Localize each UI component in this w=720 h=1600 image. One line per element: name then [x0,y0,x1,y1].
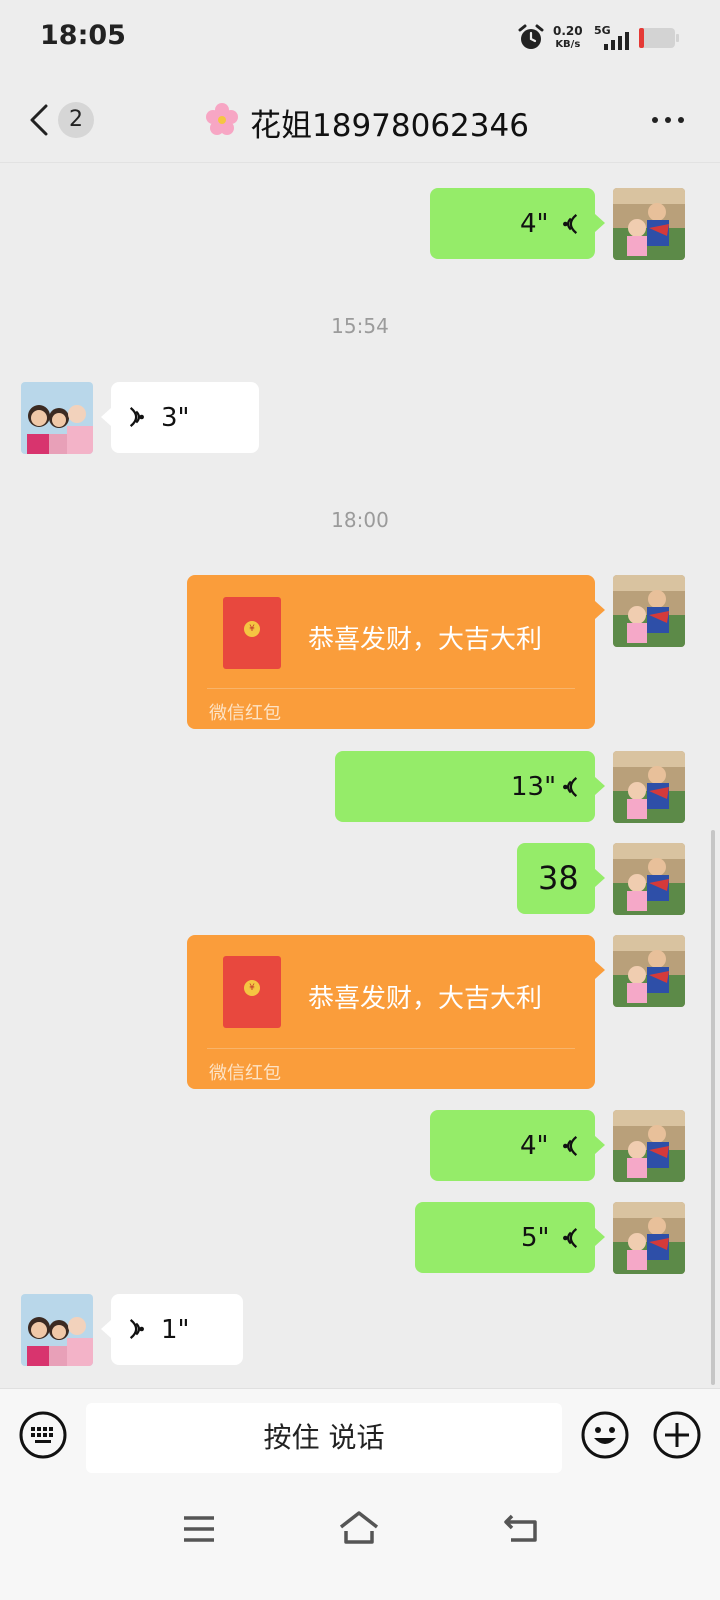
my-avatar[interactable] [613,575,685,647]
my-avatar[interactable] [613,843,685,915]
signal-icon [604,32,629,50]
time-separator: 15:54 [331,314,389,338]
voice-duration: 4" [520,209,549,239]
more-options-icon[interactable] [650,115,686,125]
text-message-bubble[interactable]: 38 [517,843,595,914]
menu-icon[interactable] [182,1514,216,1544]
voice-message-bubble[interactable]: 4" [430,188,595,259]
my-avatar[interactable] [613,1202,685,1274]
battery-icon [639,28,679,48]
red-envelope-icon: ¥ [223,597,281,669]
my-avatar[interactable] [613,1110,685,1182]
message-text: 38 [538,859,579,897]
return-icon[interactable] [503,1512,539,1544]
plus-icon[interactable] [652,1410,702,1460]
voice-duration: 1" [161,1315,190,1345]
voice-duration: 5" [521,1223,550,1253]
voice-wave-icon [563,213,578,235]
voice-wave-icon [129,1318,144,1340]
voice-message-bubble[interactable]: 3" [111,382,259,453]
time-separator: 18:00 [331,508,389,532]
unread-count-badge[interactable]: 2 [58,102,94,138]
voice-message-bubble[interactable]: 4" [430,1110,595,1181]
home-icon[interactable] [338,1509,380,1545]
back-icon[interactable] [26,102,50,138]
bubble-tail [595,961,605,979]
voice-wave-icon [563,1135,578,1157]
my-avatar[interactable] [613,935,685,1007]
divider [207,1048,575,1049]
bubble-tail [595,869,605,887]
bubble-tail [595,1228,605,1246]
red-packet-greeting: 恭喜发财，大吉大利 [308,625,543,655]
chat-title: 花姐18978062346 [250,108,529,144]
voice-wave-icon [563,1227,578,1249]
hold-to-talk-button[interactable]: 按住 说话 [86,1403,562,1473]
bubble-tail [595,1136,605,1154]
coin-icon: ¥ [244,621,260,637]
net-speed-value: 0.20 [553,24,583,38]
net-speed-unit: KB/s [555,39,581,50]
voice-wave-icon [563,776,578,798]
my-avatar[interactable] [613,751,685,823]
bubble-tail [101,1320,111,1338]
red-packet-label: 微信红包 [209,703,281,724]
bubble-tail [595,601,605,619]
voice-duration: 4" [520,1131,549,1161]
divider [207,688,575,689]
keyboard-icon[interactable] [18,1410,68,1460]
red-packet-message[interactable]: ¥ 恭喜发财，大吉大利 微信红包 [187,935,595,1089]
coin-icon: ¥ [244,980,260,996]
bubble-tail [101,408,111,426]
my-avatar[interactable] [613,188,685,260]
scrollbar[interactable] [711,830,715,1385]
red-packet-greeting: 恭喜发财，大吉大利 [308,984,543,1014]
voice-duration: 3" [161,403,190,433]
emoji-icon[interactable] [580,1410,630,1460]
voice-message-bubble[interactable]: 5" [415,1202,595,1273]
voice-message-bubble[interactable]: 13" [335,751,595,822]
bubble-tail [595,777,605,795]
voice-wave-icon [129,406,144,428]
contact-avatar[interactable] [21,1294,93,1366]
voice-message-bubble[interactable]: 1" [111,1294,243,1365]
net-speed: 0.20 KB/s [553,24,583,52]
red-packet-message[interactable]: ¥ 恭喜发财，大吉大利 微信红包 [187,575,595,729]
status-time: 18:05 [40,20,126,51]
contact-avatar[interactable] [21,382,93,454]
red-envelope-icon: ¥ [223,956,281,1028]
red-packet-label: 微信红包 [209,1063,281,1084]
flower-icon [206,103,238,135]
alarm-icon [518,24,544,49]
voice-duration: 13" [511,772,557,802]
bubble-tail [595,214,605,232]
